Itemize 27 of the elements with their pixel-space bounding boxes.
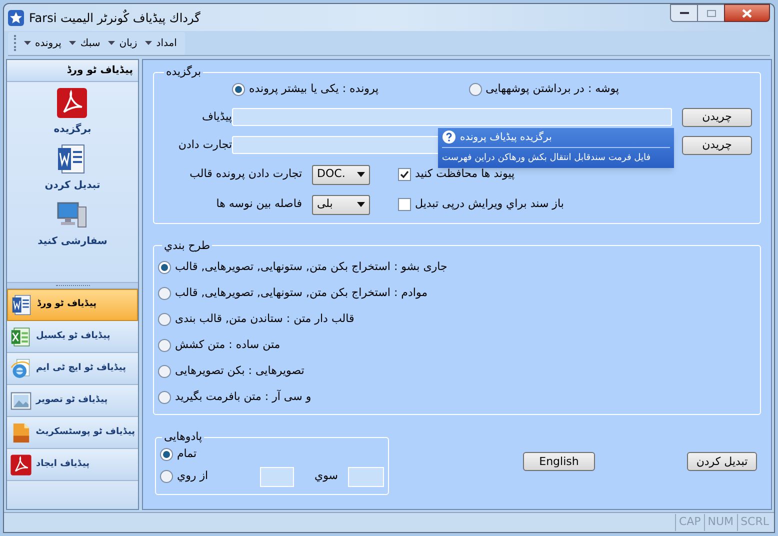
option-label: تجارت دادن پرونده قالب xyxy=(188,166,302,182)
checkbox-label: باز سند براي ویرایش درپی تبدیل xyxy=(415,196,564,212)
radio-label: تمام xyxy=(177,446,197,462)
status-indicator: SCRL xyxy=(736,514,772,531)
option-label: فاصله بین نوسه ها xyxy=(215,196,302,212)
status-indicator: NUM xyxy=(704,514,737,531)
group-title: برگزیده xyxy=(165,64,202,80)
tooltip-text: فایل فرمت سندقابل انتقال بكش ورهاكن دراین فهرست xyxy=(442,152,650,162)
radio-label: قالب دار متن : ستاندن متن, قالب بندی xyxy=(175,310,354,327)
field-label: پیڈیاف xyxy=(201,108,232,125)
group-title: پادوهایی xyxy=(163,429,204,445)
group-title: طرح بندي xyxy=(163,238,212,254)
status-indicator: CAP xyxy=(674,514,704,531)
radio-label: پرونده : یكی یا بیشتر پرونده xyxy=(249,81,379,98)
radio-label: تصویرهایی : بكن تصویرهایی xyxy=(175,362,304,379)
radio-label: جاری بشو : استخراج بكن متن, ستونهایی, تصویرهایی, قالب xyxy=(175,258,448,275)
radio-label: موادم : استخراج بكن متن, ستونهایی, تصویرهایی, قالب xyxy=(175,284,428,301)
radio-label: متن ساده : متن كشش xyxy=(175,336,280,353)
radio-label: و سی آر : متن بافرمت بگیرید xyxy=(175,388,312,405)
checkbox-label: پیوند ها محافظت كنید xyxy=(415,166,515,182)
window-title: گرداك پیڈیاف كٌونرٹر الیمیت Farsi xyxy=(29,8,200,26)
range-label: سوي xyxy=(313,468,338,484)
field-label: تجارت دادن xyxy=(177,136,232,153)
tooltip-title: برگزیده پیڈیاف پرونده xyxy=(460,130,552,144)
sidebar-title: پیڈیاف ٹو ورڈ xyxy=(66,64,133,78)
radio-label: از روي xyxy=(177,468,208,484)
radio-label: پوشه : در برداشتن پوشههایی xyxy=(486,81,620,98)
